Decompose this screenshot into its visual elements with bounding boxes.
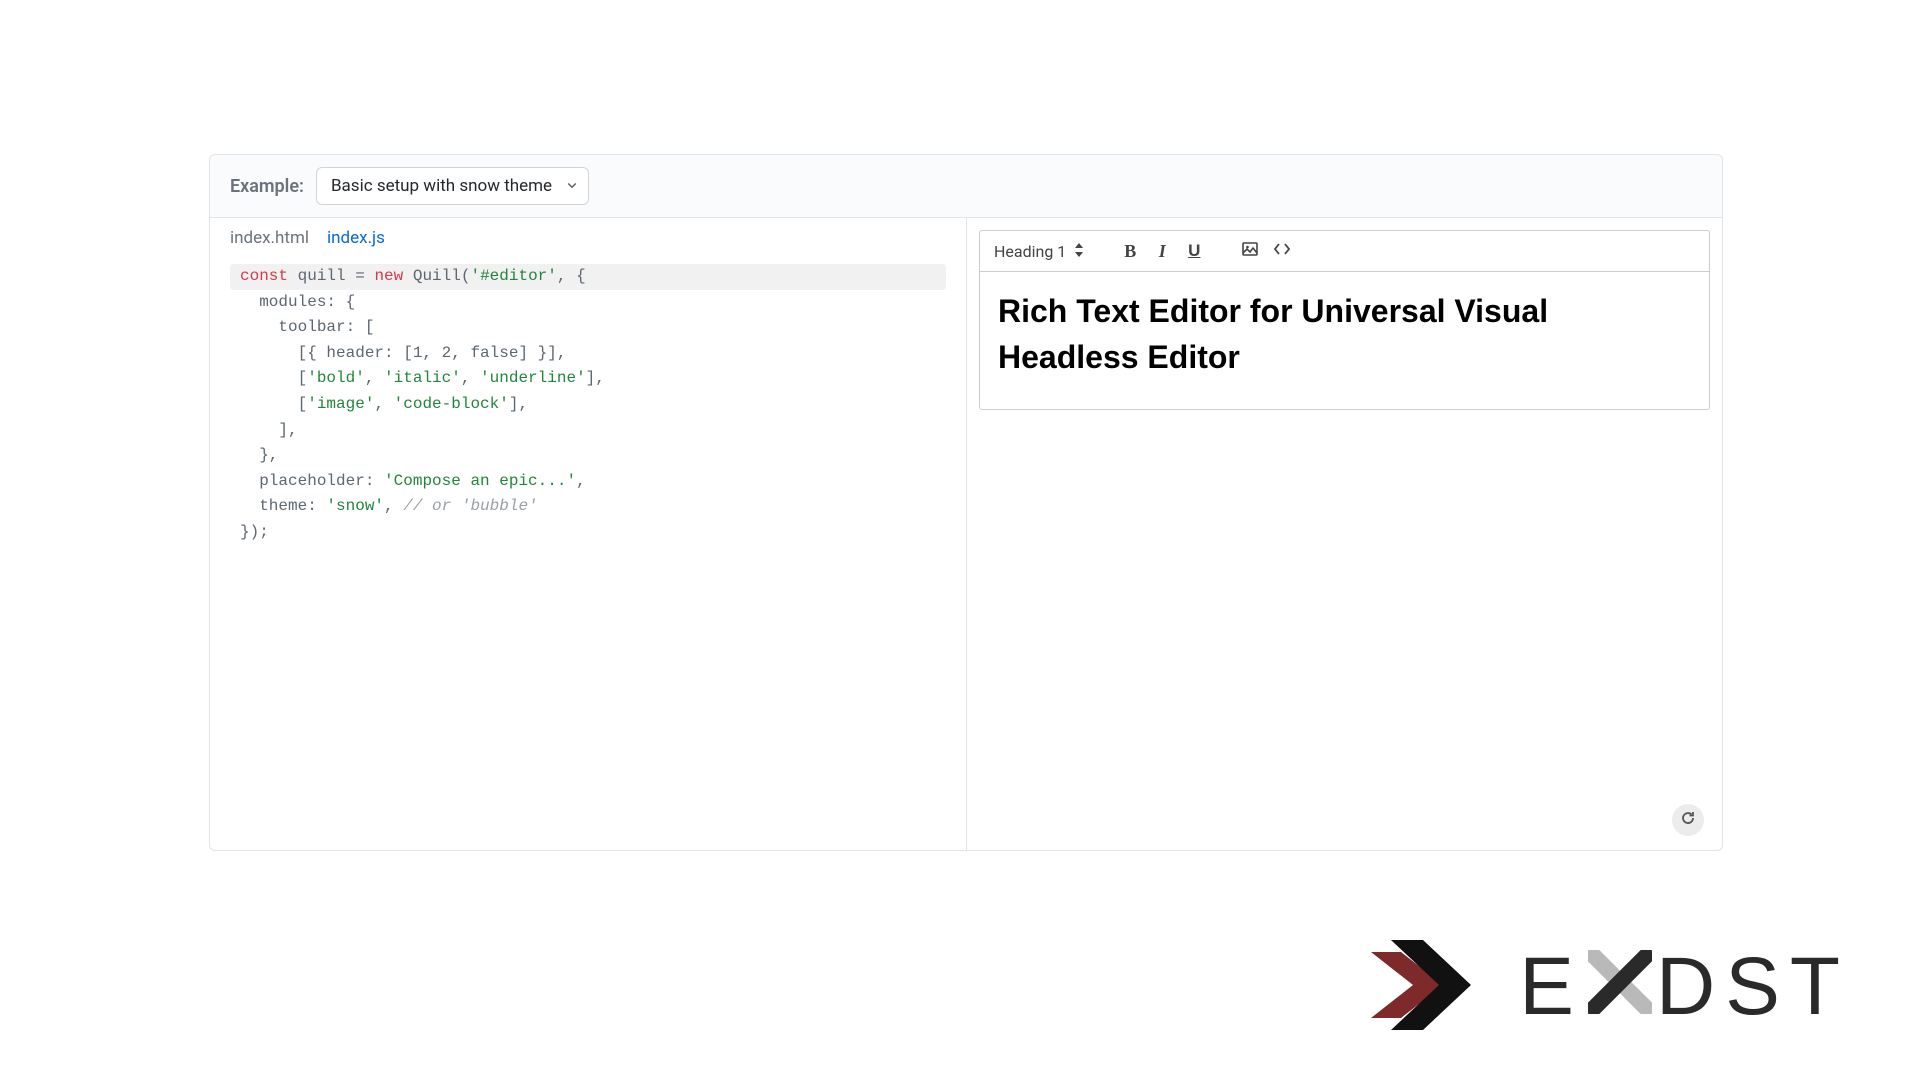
- code-pane: index.html index.js const quill = new Qu…: [210, 218, 967, 850]
- code-line-4: [{ header: [1, 2, false] }],: [230, 341, 946, 367]
- editor-heading: Rich Text Editor for Universal Visual He…: [998, 288, 1691, 381]
- image-icon: [1241, 240, 1259, 262]
- chevrons-icon: [1361, 930, 1491, 1044]
- refresh-button[interactable]: [1672, 804, 1704, 836]
- chevron-down-icon: [566, 176, 578, 196]
- editor-frame: Heading 1 B I U: [979, 230, 1710, 410]
- code-line-8: },: [230, 443, 946, 469]
- logo-letter-e: E: [1519, 940, 1584, 1034]
- editor-content-area[interactable]: Rich Text Editor for Universal Visual He…: [980, 272, 1709, 409]
- preview-pane: Heading 1 B I U: [967, 218, 1722, 850]
- file-tabs: index.html index.js: [210, 218, 966, 256]
- code-line-7: ],: [230, 418, 946, 444]
- editor-toolbar: Heading 1 B I U: [980, 231, 1709, 272]
- example-container: Example: Basic setup with snow theme ind…: [209, 154, 1723, 851]
- code-block-button[interactable]: [1268, 237, 1296, 265]
- code-line-6: ['image', 'code-block'],: [230, 392, 946, 418]
- x-icon: [1588, 940, 1652, 1034]
- code-line-10: theme: 'snow', // or 'bubble': [230, 494, 946, 520]
- example-header: Example: Basic setup with snow theme: [210, 155, 1722, 218]
- refresh-icon: [1680, 810, 1696, 830]
- underline-button[interactable]: U: [1180, 237, 1208, 265]
- tab-index-js[interactable]: index.js: [327, 228, 385, 248]
- bold-button[interactable]: B: [1116, 237, 1144, 265]
- code-line-9: placeholder: 'Compose an epic...',: [230, 469, 946, 495]
- example-dropdown[interactable]: Basic setup with snow theme: [316, 167, 589, 205]
- example-dropdown-value: Basic setup with snow theme: [331, 176, 552, 196]
- heading-picker[interactable]: Heading 1: [990, 240, 1088, 263]
- logo-letters-dst: DST: [1656, 940, 1850, 1034]
- example-label: Example:: [230, 176, 304, 197]
- italic-button[interactable]: I: [1148, 237, 1176, 265]
- brand-logo: E DST: [1361, 930, 1850, 1044]
- code-line-11: });: [230, 520, 946, 546]
- tab-index-html[interactable]: index.html: [230, 228, 309, 248]
- code-line-5: ['bold', 'italic', 'underline'],: [230, 366, 946, 392]
- code-block: const quill = new Quill('#editor', { mod…: [230, 264, 946, 546]
- sort-icon: [1074, 242, 1084, 261]
- code-icon: [1273, 240, 1291, 262]
- panes: index.html index.js const quill = new Qu…: [210, 218, 1722, 850]
- image-button[interactable]: [1236, 237, 1264, 265]
- code-line-3: toolbar: [: [230, 315, 946, 341]
- heading-picker-label: Heading 1: [994, 242, 1066, 261]
- code-line-2: modules: {: [230, 290, 946, 316]
- code-line-1: const quill = new Quill('#editor', {: [230, 264, 946, 290]
- brand-text: E DST: [1519, 940, 1850, 1034]
